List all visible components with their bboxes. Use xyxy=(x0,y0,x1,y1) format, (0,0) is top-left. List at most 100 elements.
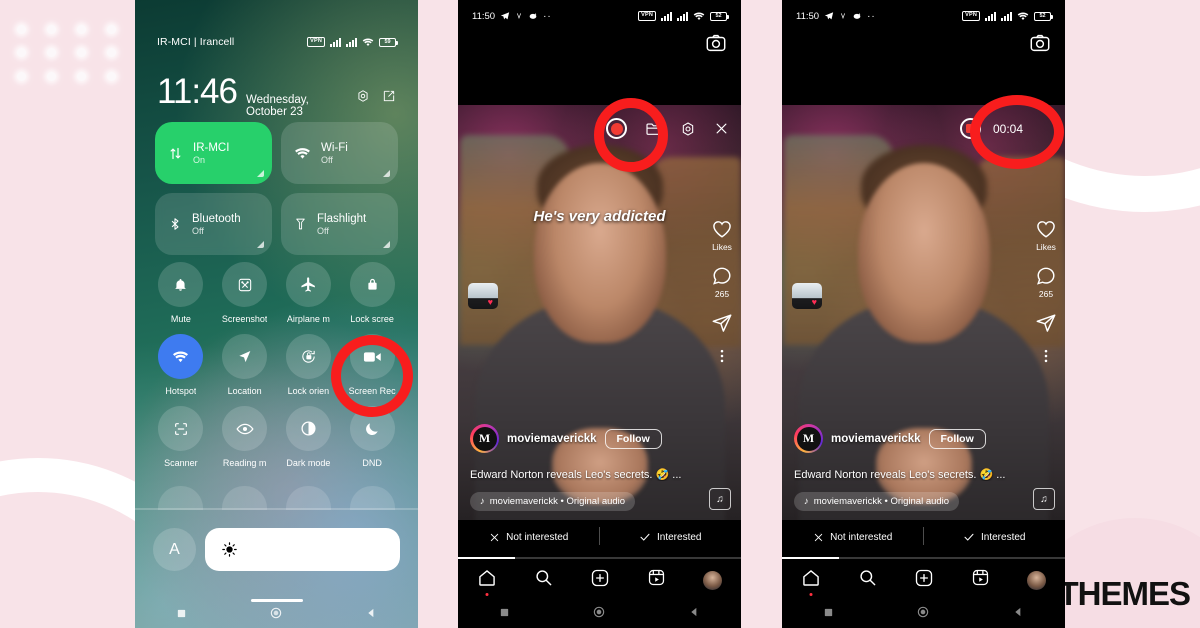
avatar[interactable]: M xyxy=(470,424,499,453)
back-icon[interactable] xyxy=(689,605,700,623)
audio-attribution[interactable]: ♪ moviemaverickk • Original audio xyxy=(794,492,960,511)
vpn-icon: VPN xyxy=(638,11,656,21)
video-progress-bar[interactable] xyxy=(458,557,741,559)
tile-ir-mci[interactable]: IR-MCI On xyxy=(155,122,272,184)
audio-thumbnail[interactable]: ♫ xyxy=(709,488,731,510)
signal-bars-icon xyxy=(985,11,996,21)
share-action[interactable] xyxy=(1035,312,1057,334)
tile-label: Hotspot xyxy=(165,386,197,396)
expand-corner-icon[interactable] xyxy=(383,241,390,248)
tile-airplane-mode[interactable]: Airplane m xyxy=(277,262,341,324)
tile-scanner[interactable]: Scanner xyxy=(149,406,213,468)
nav-search-icon[interactable] xyxy=(858,568,877,592)
home-icon[interactable] xyxy=(592,605,606,624)
follow-button[interactable]: Follow xyxy=(604,428,662,449)
heart-icon: ♥ xyxy=(487,297,493,307)
tile-mute[interactable]: Mute xyxy=(149,262,213,324)
phone-screenshot-recorder-recording: 11:50 ·· VPN 52 Likes 265 ♥ M moviemaver… xyxy=(782,0,1065,628)
author-username[interactable]: moviemaverickk xyxy=(507,433,597,445)
tile-location[interactable]: Location xyxy=(213,334,277,396)
close-icon[interactable] xyxy=(714,121,729,136)
not-interested-button[interactable]: Not interested xyxy=(458,532,600,543)
nav-create-icon[interactable] xyxy=(590,568,610,593)
tile-bluetooth[interactable]: Bluetooth Off xyxy=(155,193,272,255)
reel-video[interactable] xyxy=(782,105,1065,520)
nav-reels-icon[interactable] xyxy=(647,568,666,592)
nav-search-icon[interactable] xyxy=(534,568,553,592)
more-notifications-icon: ·· xyxy=(867,10,876,22)
tile-state: Off xyxy=(321,154,333,165)
reel-video[interactable] xyxy=(458,105,741,520)
expand-corner-icon[interactable] xyxy=(257,241,264,248)
back-icon[interactable] xyxy=(1013,605,1024,623)
avatar[interactable]: M xyxy=(794,424,823,453)
expand-corner-icon[interactable] xyxy=(257,170,264,177)
tile-dnd[interactable]: DND xyxy=(340,406,404,468)
folder-icon[interactable] xyxy=(645,121,662,136)
reel-author-row: M moviemaverickk Follow xyxy=(794,424,986,453)
like-action[interactable]: Likes xyxy=(1035,218,1057,252)
clock-date: Wednesday, October 23 xyxy=(246,94,309,118)
reel-description[interactable]: Edward Norton reveals Leo's secrets. 🤣 .… xyxy=(470,468,701,481)
comment-action[interactable]: 265 xyxy=(711,265,733,299)
edit-icon[interactable] xyxy=(382,89,396,103)
battery-icon: 52 xyxy=(1034,11,1053,21)
reel-description[interactable]: Edward Norton reveals Leo's secrets. 🤣 .… xyxy=(794,468,1025,481)
status-bar: 11:50 ·· VPN 52 xyxy=(782,8,1065,24)
themes-logo: THEMES xyxy=(1058,575,1191,612)
rotation-lock-icon xyxy=(285,334,331,379)
stop-square-icon[interactable] xyxy=(959,118,981,139)
nav-home-icon[interactable] xyxy=(801,568,821,596)
brightness-slider[interactable] xyxy=(205,528,400,571)
auto-brightness-button[interactable]: A xyxy=(153,528,196,571)
recents-icon[interactable] xyxy=(823,605,834,623)
tile-lock-orientation[interactable]: Lock orien xyxy=(277,334,341,396)
back-icon[interactable] xyxy=(366,606,377,624)
music-note-icon: ♪ xyxy=(480,496,485,507)
nav-reels-icon[interactable] xyxy=(971,568,990,592)
camera-icon[interactable] xyxy=(705,32,727,54)
notification-dot xyxy=(485,592,489,596)
recents-icon[interactable] xyxy=(499,605,510,623)
follow-button[interactable]: Follow xyxy=(928,428,986,449)
nav-profile-avatar[interactable] xyxy=(1027,570,1047,590)
tile-dark-mode[interactable]: Dark mode xyxy=(277,406,341,468)
tile-screenshot[interactable]: Screenshot xyxy=(213,262,277,324)
like-action[interactable]: Likes xyxy=(711,218,733,252)
nav-home-icon[interactable] xyxy=(477,568,497,596)
tile-reading-mode[interactable]: Reading m xyxy=(213,406,277,468)
tile-partial[interactable] xyxy=(158,486,204,510)
tile-screen-recorder[interactable]: Screen Rec xyxy=(340,334,404,396)
camera-icon[interactable] xyxy=(1029,32,1051,54)
interested-button[interactable]: Interested xyxy=(600,531,742,543)
recents-icon[interactable] xyxy=(176,606,187,624)
record-circle-icon[interactable] xyxy=(606,118,627,139)
comment-action[interactable]: 265 xyxy=(1035,265,1057,299)
nav-create-icon[interactable] xyxy=(914,568,934,593)
tile-wifi[interactable]: Wi-Fi Off xyxy=(281,122,398,184)
gear-icon[interactable] xyxy=(356,89,370,103)
tile-partial[interactable] xyxy=(285,486,331,510)
home-icon[interactable] xyxy=(916,605,930,624)
audio-label: moviemaverickk • Original audio xyxy=(489,496,626,507)
contrast-icon xyxy=(285,406,331,451)
tile-hotspot[interactable]: Hotspot xyxy=(149,334,213,396)
audio-attribution[interactable]: ♪ moviemaverickk • Original audio xyxy=(470,492,636,511)
interested-button[interactable]: Interested xyxy=(924,531,1066,543)
more-options-action[interactable] xyxy=(713,347,731,365)
audio-thumbnail[interactable]: ♫ xyxy=(1033,488,1055,510)
not-interested-button[interactable]: Not interested xyxy=(782,532,924,543)
tile-partial[interactable] xyxy=(222,486,268,510)
tile-partial[interactable] xyxy=(349,486,395,510)
share-action[interactable] xyxy=(711,312,733,334)
expand-corner-icon[interactable] xyxy=(383,170,390,177)
comment-count: 265 xyxy=(1038,289,1054,299)
more-options-action[interactable] xyxy=(1037,347,1055,365)
nav-profile-avatar[interactable] xyxy=(703,570,723,590)
tile-lock-screen[interactable]: Lock scree xyxy=(340,262,404,324)
home-icon[interactable] xyxy=(269,606,283,625)
tile-flashlight[interactable]: Flashlight Off xyxy=(281,193,398,255)
author-username[interactable]: moviemaverickk xyxy=(831,433,921,445)
video-progress-bar[interactable] xyxy=(782,557,1065,559)
gear-icon[interactable] xyxy=(680,121,696,137)
